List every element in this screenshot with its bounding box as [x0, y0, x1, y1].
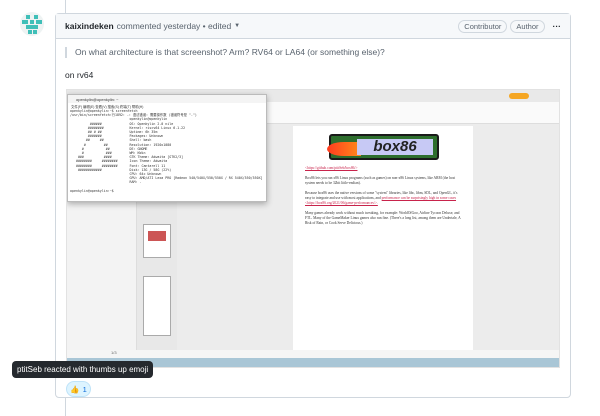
doc-link[interactable]: <https://github.com/ptitSeb/box86/>: [305, 166, 357, 170]
doc-paragraph: Many games already work without much twe…: [305, 211, 461, 225]
reaction-tooltip: ptitSeb reacted with thumbs up emoji: [12, 361, 154, 378]
avatar[interactable]: [20, 12, 44, 36]
thumbs-up-reaction-button[interactable]: 👍 1: [66, 381, 91, 397]
comment-box: kaixindeken commented yesterday • edited…: [55, 13, 571, 398]
comment-text: on rv64: [65, 70, 94, 80]
thumbs-up-icon: 👍: [70, 384, 80, 394]
more-options-button[interactable]: ···: [553, 21, 562, 31]
chevron-down-icon[interactable]: ▼: [234, 23, 240, 29]
terminal-output: openkylin@openkylin:~$ screenfetch /usr/…: [70, 109, 263, 193]
contributor-badge: Contributor: [458, 19, 508, 33]
author-badge: Author: [510, 19, 545, 33]
document-page: box86 <https://github.com/ptitSeb/box86/…: [293, 126, 473, 350]
embedded-screenshot[interactable]: box86 <https://github.com/ptitSeb/box86/…: [66, 89, 560, 368]
edited-dropdown[interactable]: • edited: [203, 21, 232, 31]
terminal-title: openkylin@openkylin: ~: [68, 95, 266, 103]
page-indicator: 1/3: [111, 350, 117, 355]
comment-header: kaixindeken commented yesterday • edited…: [56, 14, 570, 39]
box86-logo: box86: [327, 134, 439, 160]
author-link[interactable]: kaixindeken: [65, 21, 114, 31]
doc-paragraph: Box86 lets you run x86 Linux programs (s…: [305, 176, 456, 185]
reaction-count: 1: [82, 384, 87, 394]
blockquote: On what architecture is that screenshot?…: [65, 47, 570, 58]
status-bar: 1/3: [67, 350, 559, 358]
comment-meta[interactable]: commented yesterday: [117, 21, 201, 31]
terminal-window[interactable]: openkylin@openkylin: ~ 文件(F) 编辑(E) 查看(V)…: [67, 94, 267, 202]
